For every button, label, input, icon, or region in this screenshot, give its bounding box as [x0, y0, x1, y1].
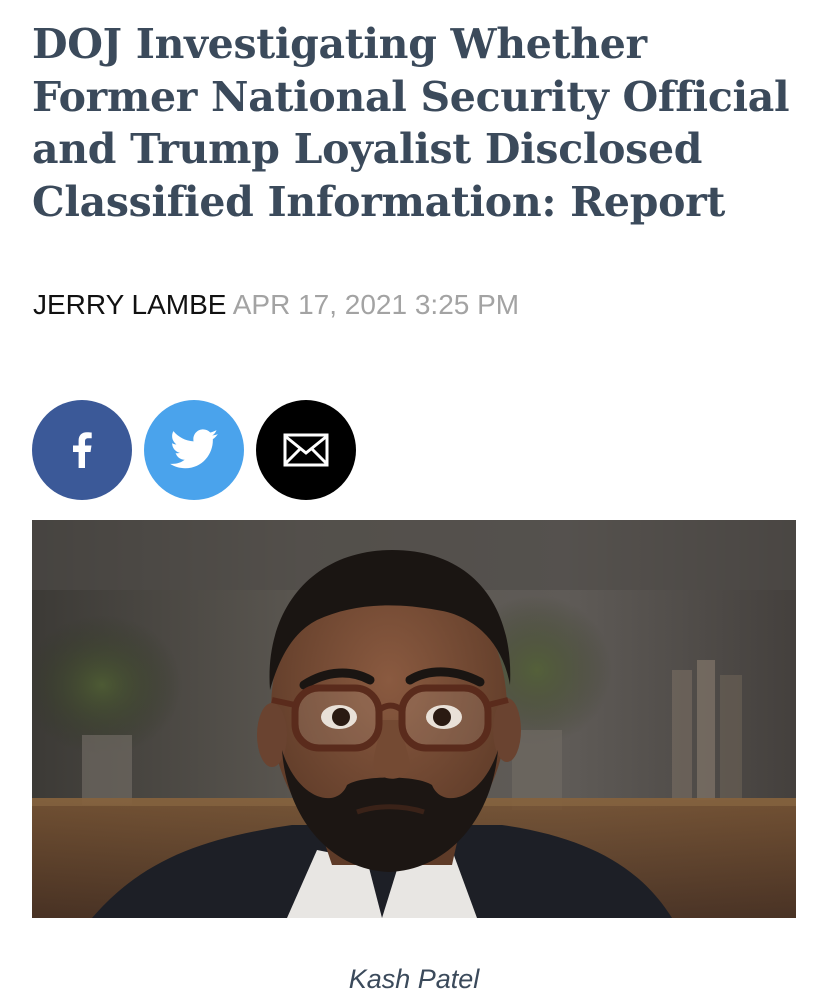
author-name[interactable]: JERRY LAMBE — [33, 289, 226, 320]
photo-caption: Kash Patel — [348, 964, 480, 994]
byline: JERRY LAMBE APR 17, 2021 3:25 PM — [33, 287, 519, 323]
envelope-icon — [283, 433, 329, 467]
share-facebook-button[interactable] — [32, 400, 132, 500]
share-buttons — [32, 400, 356, 500]
share-twitter-button[interactable] — [144, 400, 244, 500]
article-page: DOJ Investigating Whether Former Nationa… — [0, 0, 828, 995]
article-photo — [32, 520, 796, 918]
article-headline: DOJ Investigating Whether Former Nationa… — [32, 20, 790, 226]
twitter-icon — [170, 429, 218, 469]
share-email-button[interactable] — [256, 400, 356, 500]
portrait-image — [32, 520, 796, 918]
facebook-icon — [73, 432, 92, 468]
publish-date: APR 17, 2021 3:25 PM — [232, 289, 520, 320]
